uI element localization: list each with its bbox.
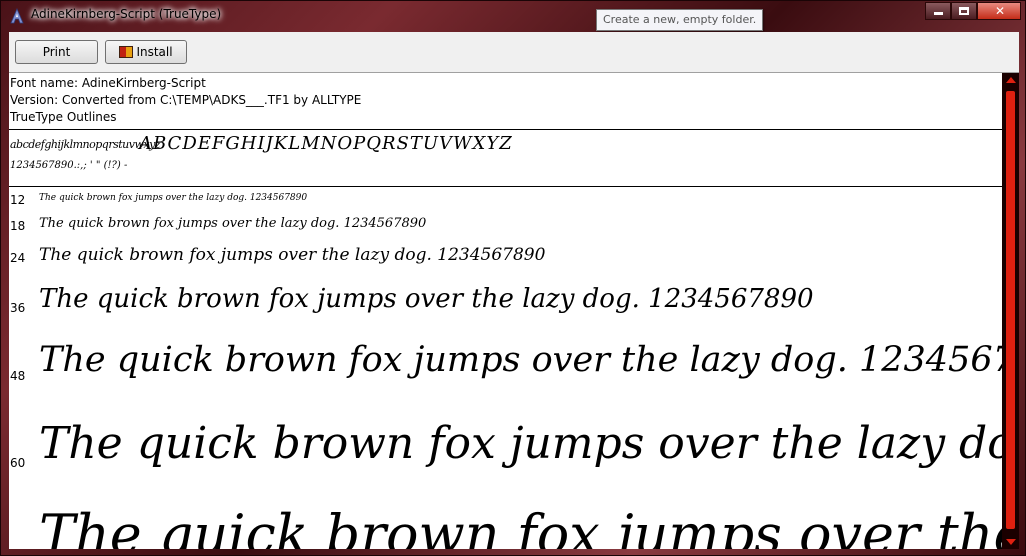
charset-uppercase: ABCDEFGHIJKLMNOPQRSTUVWXYZ [139,133,513,154]
print-button[interactable]: Print [15,40,98,64]
install-button[interactable]: Install [105,40,187,64]
charset-numbers: 1234567890.:,; ' " (!?) - [10,160,128,171]
sample-text: The quick brown fox jumps over the lazy … [39,193,308,203]
vertical-scrollbar[interactable] [1002,73,1019,549]
charset-lowercase: abcdefghijklmnopqrstuvwxyz [10,138,161,151]
font-name: Font name: AdineKirnberg-Script [10,76,206,90]
font-info: Font name: AdineKirnberg-Script Version:… [9,73,1002,130]
minimize-button[interactable] [925,2,951,20]
sample-text: The quick brown fox jumps over the lazy … [39,216,427,231]
toolbar: Print Install [9,32,1019,73]
close-button[interactable]: ✕ [977,2,1021,20]
font-file-icon [9,7,25,24]
tooltip: Create a new, empty folder. [596,9,764,31]
sample-text: The quick brown fox jumps over the lazy … [39,340,1002,380]
sample-text: The quick brown fox jumps over the lazy … [39,503,1002,549]
font-version: Version: Converted from C:\TEMP\ADKS___.… [10,93,362,107]
print-button-label: Print [42,45,71,59]
character-set: abcdefghijklmnopqrstuvwxyz ABCDEFGHIJKLM… [9,130,1002,187]
sample-text: The quick brown fox jumps over the lazy … [39,284,814,314]
sample-size-label: 12 [10,193,26,207]
close-icon: ✕ [994,4,1006,18]
sample-size-label: 24 [10,251,26,265]
title-bar[interactable]: AdineKirnberg-Script (TrueType) Create a… [1,1,1026,31]
scroll-down-icon[interactable] [1006,539,1016,545]
sample-size-label: 60 [10,456,26,470]
font-viewer-window: AdineKirnberg-Script (TrueType) Create a… [0,0,1026,556]
install-button-label: Install [136,45,173,59]
caption-buttons: ✕ [925,2,1021,21]
sample-size-label: 48 [10,369,26,383]
font-outline-type: TrueType Outlines [10,110,117,124]
sample-text: The quick brown fox jumps over the lazy … [39,418,1002,469]
scroll-up-icon[interactable] [1006,77,1016,83]
minimize-icon [934,12,943,15]
maximize-button[interactable] [951,2,977,20]
sample-size-label: 36 [10,301,26,315]
sample-text: The quick brown fox jumps over the lazy … [39,245,546,265]
scrollbar-thumb[interactable] [1006,91,1015,529]
font-preview-area: Font name: AdineKirnberg-Script Version:… [9,73,1002,549]
window-title: AdineKirnberg-Script (TrueType) [31,7,222,21]
maximize-icon [959,7,969,15]
uac-shield-icon [119,46,134,58]
sample-size-label: 18 [10,219,26,233]
